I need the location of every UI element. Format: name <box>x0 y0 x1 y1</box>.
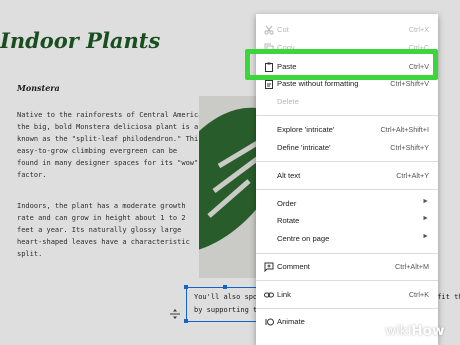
link-icon <box>264 290 274 300</box>
menu-item-alt-text[interactable]: Alt text Ctrl+Alt+Y <box>256 168 438 184</box>
paste-highlight-box <box>245 49 438 80</box>
menu-divider <box>256 189 438 190</box>
menu-divider <box>256 280 438 281</box>
menu-item-explore[interactable]: Explore 'intricate' Ctrl+Alt+Shift+I <box>256 122 438 138</box>
scissors-icon <box>264 25 274 35</box>
menu-item-order[interactable]: Order ► <box>256 196 438 212</box>
menu-divider <box>256 253 438 254</box>
menu-item-define[interactable]: Define 'intricate' Ctrl+Shift+Y <box>256 140 438 156</box>
wikihow-watermark: wikiHow <box>385 323 445 339</box>
menu-item-rotate[interactable]: Rotate ► <box>256 213 438 229</box>
menu-item-comment[interactable]: Comment Ctrl+Alt+M <box>256 259 438 275</box>
submenu-arrow-icon: ► <box>422 215 429 222</box>
submenu-arrow-icon: ► <box>422 198 429 205</box>
menu-divider <box>256 115 438 116</box>
menu-item-cut[interactable]: Cut Ctrl+X <box>256 22 438 38</box>
animate-icon <box>264 317 274 327</box>
menu-item-delete[interactable]: Delete <box>256 94 438 110</box>
menu-divider <box>256 308 438 309</box>
paste-plain-icon <box>264 79 274 89</box>
comment-plus-icon <box>264 262 274 273</box>
submenu-arrow-icon: ► <box>422 233 429 240</box>
menu-item-centre-on-page[interactable]: Centre on page ► <box>256 231 438 247</box>
menu-divider <box>256 161 438 162</box>
menu-item-link[interactable]: Link Ctrl+K <box>256 287 438 303</box>
